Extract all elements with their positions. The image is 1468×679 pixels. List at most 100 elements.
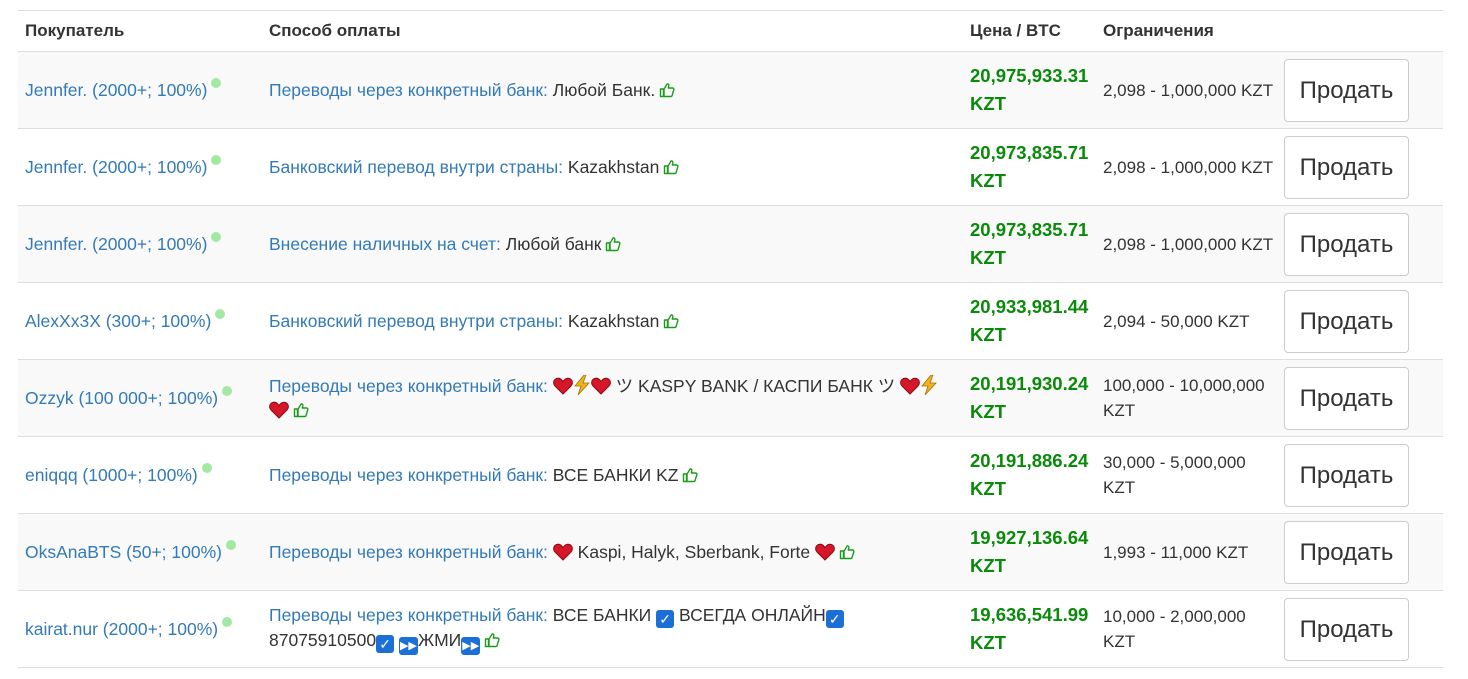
buyer-link[interactable]: Ozzyk (100 000+; 100%)	[25, 388, 218, 408]
lightning-icon	[573, 375, 590, 395]
thumbs-up-icon	[660, 83, 675, 98]
action-cell: Продать	[1277, 52, 1443, 129]
online-dot-icon	[211, 77, 222, 88]
price-value: 20,975,933.31	[970, 65, 1089, 86]
table-row: Jennfer. (2000+; 100%) Переводы через ко…	[18, 51, 1443, 129]
heart-icon	[552, 377, 573, 395]
checkbox-icon: ✓	[825, 610, 844, 628]
action-cell: Продать	[1277, 437, 1443, 514]
payment-detail: Kazakhstan	[567, 311, 660, 331]
price-cell: 19,927,136.64 KZT	[963, 514, 1096, 591]
sell-button[interactable]: Продать	[1284, 289, 1409, 353]
buyer-link[interactable]: OksAnaBTS (50+; 100%)	[25, 542, 222, 562]
payment-detail: Kazakhstan	[567, 157, 660, 177]
header-price: Цена / BTC	[963, 10, 1096, 52]
thumbs-up-icon	[664, 160, 679, 175]
limits-cell: 100,000 - 10,000,000 KZT	[1103, 376, 1265, 420]
action-cell: Продать	[1277, 283, 1443, 360]
sell-button[interactable]: Продать	[1284, 58, 1409, 122]
price-value: 20,933,981.44	[970, 296, 1089, 317]
price-currency: KZT	[970, 401, 1006, 422]
price-cell: 20,191,930.24 KZT	[963, 360, 1096, 437]
payment-cell: Переводы через конкретный банк: ツ KASPY …	[262, 360, 963, 437]
online-dot-icon	[222, 616, 233, 627]
table-row: Ozzyk (100 000+; 100%) Переводы через ко…	[18, 359, 1443, 437]
payment-detail: 87075910500	[269, 630, 377, 650]
table-row: kairat.nur (2000+; 100%) Переводы через …	[18, 590, 1443, 668]
online-dot-icon	[225, 539, 236, 550]
price-cell: 20,933,981.44 KZT	[963, 283, 1096, 360]
price-currency: KZT	[970, 632, 1006, 653]
thumbs-up-icon	[839, 545, 855, 560]
buyer-cell: Jennfer. (2000+; 100%)	[18, 129, 262, 206]
thumbs-up-icon	[485, 633, 500, 648]
payment-detail: ツ KASPY BANK / КАСПИ БАНК ツ	[615, 376, 896, 396]
payment-method-link[interactable]: Банковский перевод внутри страны:	[269, 311, 563, 331]
buyer-link[interactable]: AlexXx3X (300+; 100%)	[25, 311, 211, 331]
table-row: eniqqq (1000+; 100%) Переводы через конк…	[18, 436, 1443, 514]
price-currency: KZT	[970, 324, 1006, 345]
price-cell: 20,975,933.31 KZT	[963, 52, 1096, 129]
checkbox-icon: ✓	[376, 635, 395, 653]
sell-button[interactable]: Продать	[1284, 597, 1409, 661]
offers-table: Покупатель Способ оплаты Цена / BTC Огра…	[18, 10, 1443, 668]
online-dot-icon	[211, 231, 222, 242]
price-value: 20,191,886.24	[970, 450, 1089, 471]
price-value: 20,973,835.71	[970, 142, 1089, 163]
heart-icon	[269, 401, 289, 419]
buyer-link[interactable]: Jennfer. (2000+; 100%)	[25, 234, 207, 254]
payment-detail: ВСЕ БАНКИ	[552, 605, 652, 625]
payment-detail: Kaspi, Halyk, Sberbank, Forte	[577, 542, 811, 562]
price-currency: KZT	[970, 478, 1006, 499]
payment-method-link[interactable]: Переводы через конкретный банк:	[269, 605, 548, 625]
payment-cell: Переводы через конкретный банк: Kaspi, H…	[262, 514, 963, 591]
buyer-cell: kairat.nur (2000+; 100%)	[18, 591, 262, 668]
limits-cell: 2,098 - 1,000,000 KZT	[1103, 80, 1274, 100]
buyer-cell: Ozzyk (100 000+; 100%)	[18, 360, 262, 437]
payment-detail: Любой банк	[505, 234, 602, 254]
payment-cell: Внесение наличных на счет: Любой банк	[262, 206, 963, 283]
heart-icon	[900, 377, 921, 395]
payment-cell: Переводы через конкретный банк: Любой Ба…	[262, 52, 963, 129]
price-currency: KZT	[970, 93, 1006, 114]
checkbox-icon: ✓	[656, 610, 675, 628]
table-row: Jennfer. (2000+; 100%) Внесение наличных…	[18, 205, 1443, 283]
sell-button[interactable]: Продать	[1284, 520, 1409, 584]
payment-detail: Любой Банк.	[552, 80, 656, 100]
fast-forward-icon: ▶▶	[398, 637, 418, 655]
online-dot-icon	[215, 308, 226, 319]
online-dot-icon	[211, 154, 222, 165]
action-cell: Продать	[1277, 591, 1443, 668]
limits-cell: 10,000 - 2,000,000 KZT	[1103, 607, 1246, 651]
price-value: 20,191,930.24	[970, 373, 1089, 394]
sell-button[interactable]: Продать	[1284, 135, 1409, 199]
price-currency: KZT	[970, 170, 1006, 191]
online-dot-icon	[222, 385, 233, 396]
payment-method-link[interactable]: Внесение наличных на счет:	[269, 234, 501, 254]
thumbs-up-icon	[664, 314, 679, 329]
sell-button[interactable]: Продать	[1284, 443, 1409, 507]
payment-method-link[interactable]: Переводы через конкретный банк:	[269, 376, 548, 396]
buyer-link[interactable]: eniqqq (1000+; 100%)	[25, 465, 198, 485]
payment-method-link[interactable]: Переводы через конкретный банк:	[269, 465, 548, 485]
limits-cell: 2,098 - 1,000,000 KZT	[1103, 157, 1274, 177]
table-row: OksAnaBTS (50+; 100%) Переводы через кон…	[18, 513, 1443, 591]
buyer-cell: eniqqq (1000+; 100%)	[18, 437, 262, 514]
buyer-link[interactable]: Jennfer. (2000+; 100%)	[25, 157, 207, 177]
payment-method-link[interactable]: Банковский перевод внутри страны:	[269, 157, 563, 177]
sell-button[interactable]: Продать	[1284, 212, 1409, 276]
heart-icon	[815, 543, 835, 561]
action-cell: Продать	[1277, 206, 1443, 283]
thumbs-up-icon	[293, 403, 309, 418]
price-currency: KZT	[970, 247, 1006, 268]
sell-button[interactable]: Продать	[1284, 366, 1409, 430]
buyer-cell: AlexXx3X (300+; 100%)	[18, 283, 262, 360]
payment-method-link[interactable]: Переводы через конкретный банк:	[269, 542, 548, 562]
payment-method-link[interactable]: Переводы через конкретный банк:	[269, 80, 548, 100]
limits-cell: 1,993 - 11,000 KZT	[1103, 542, 1249, 562]
buyer-link[interactable]: Jennfer. (2000+; 100%)	[25, 80, 207, 100]
action-cell: Продать	[1277, 360, 1443, 437]
header-action	[1277, 10, 1443, 52]
header-payment: Способ оплаты	[262, 10, 963, 52]
buyer-link[interactable]: kairat.nur (2000+; 100%)	[25, 619, 218, 639]
